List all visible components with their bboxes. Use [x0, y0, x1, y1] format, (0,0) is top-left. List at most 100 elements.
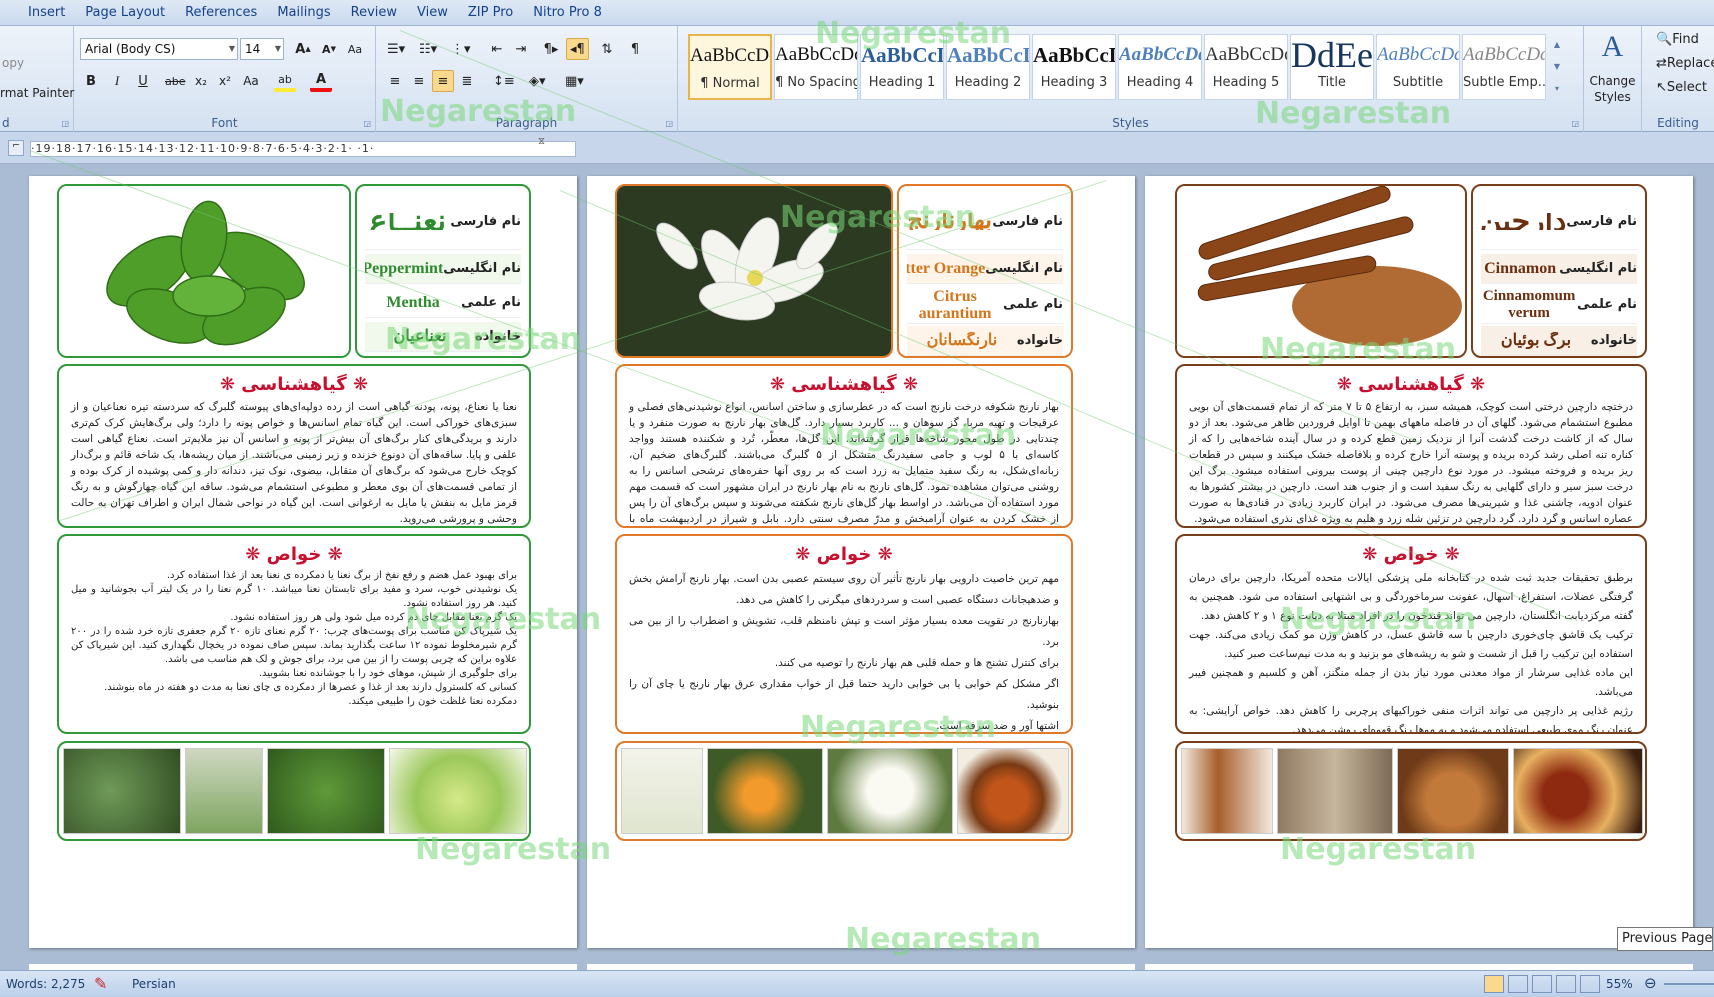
borders-icon[interactable]: ▦▾ — [562, 70, 587, 92]
cinnamon-botany-text: درختچه دارچین درختی است کوچک، همیشه سبز،… — [1189, 401, 1633, 525]
zoom-level[interactable]: 55% — [1606, 977, 1633, 991]
copy-button[interactable]: opy — [2, 56, 24, 70]
replace-icon: ⇄ — [1656, 56, 1667, 71]
full-screen-reading-icon[interactable] — [1508, 975, 1528, 993]
increase-indent-icon[interactable]: ⇥ — [510, 38, 532, 60]
style-heading-5[interactable]: AaBbCcDdEeHeading 5 — [1204, 34, 1288, 100]
outline-icon[interactable] — [1556, 975, 1576, 993]
style-normal[interactable]: AaBbCcDdEe¶ Normal — [688, 34, 772, 100]
word-count[interactable]: Words: 2,275 — [6, 977, 85, 991]
style-heading-2[interactable]: AaBbCcDdEeHeading 2 — [946, 34, 1030, 100]
list-item: مهم ترین خاصیت دارویی بهار نارنج تأثیر آ… — [629, 573, 1059, 606]
find-button[interactable]: 🔍Find — [1656, 32, 1699, 47]
scientific-name-row: نام علمی Citrus aurantium — [907, 286, 1063, 324]
numbering-icon[interactable]: ☷▾ — [416, 38, 440, 60]
styles-scroll-icon[interactable]: ▲ ▼ ▾ — [1550, 34, 1564, 100]
page-mint: نام فارسی نعنــاع نام انگلیسی Peppermint ن… — [29, 176, 577, 948]
list-item: دمکرده نعنا غلظت خون را طبیعی میکند. — [348, 696, 517, 707]
cinnamon-sticks-photo — [1181, 748, 1273, 834]
clear-formatting-button[interactable]: Aa — [344, 38, 366, 60]
grow-font-button[interactable]: A ▲ — [292, 38, 314, 60]
orange-botany-box: ❋ گیاهشناسی ❋ بهار نارنج شکوفه درخت نارن… — [615, 364, 1073, 528]
format-painter-button[interactable]: rmat Painter — [0, 86, 74, 100]
dialog-launcher-icon[interactable]: ◲ — [665, 119, 673, 128]
orange-photo-box — [615, 184, 893, 358]
dialog-launcher-icon[interactable]: ◲ — [363, 119, 371, 128]
tab-selector-icon[interactable]: ⌐ — [8, 140, 24, 156]
sort-icon[interactable]: ⇅ — [596, 38, 618, 60]
ruler-scale: ·19·18·17·16·15·14·13·12·11·10·9·8·7·6·5… — [30, 141, 576, 157]
list-item: بهارنارنج در تقویت معده بسیار مؤثر است و… — [629, 615, 1059, 648]
strikethrough-button[interactable]: abe — [162, 70, 189, 92]
style-no-spacing[interactable]: AaBbCcDdEe¶ No Spacing — [774, 34, 858, 100]
list-item: اگر مشکل کم خوابی یا بی خوابی دارید حتما… — [629, 678, 1059, 711]
style-subtle-emphasis[interactable]: AaBbCcDdEeSubtle Emp... — [1462, 34, 1546, 100]
justify-icon[interactable]: ≣ — [456, 70, 478, 92]
clipboard-group-label: d — [2, 116, 10, 130]
superscript-button[interactable]: x² — [214, 70, 236, 92]
document-workspace[interactable]: نام فارسی نعنــاع نام انگلیسی Peppermint ن… — [0, 164, 1714, 970]
multilevel-list-icon[interactable]: ⋮▾ — [448, 38, 474, 60]
ltr-icon[interactable]: ¶▸ — [540, 38, 562, 60]
style-heading-3[interactable]: AaBbCcDdEeHeading 3 — [1032, 34, 1116, 100]
tab-mailings[interactable]: Mailings — [267, 0, 340, 26]
change-styles-icon[interactable]: A — [1584, 30, 1641, 64]
tab-zip-pro[interactable]: ZIP Pro — [458, 0, 523, 26]
change-case-button[interactable]: Aa — [240, 70, 262, 92]
tab-view[interactable]: View — [407, 0, 458, 26]
decrease-indent-icon[interactable]: ⇤ — [486, 38, 508, 60]
web-layout-icon[interactable] — [1532, 975, 1552, 993]
zoom-slider[interactable] — [1664, 983, 1714, 985]
highlight-button[interactable]: ab — [274, 70, 296, 92]
font-size-input[interactable]: 14 ▼ — [240, 38, 284, 60]
line-spacing-icon[interactable]: ↕≡ — [490, 70, 518, 92]
italic-button[interactable]: I — [106, 70, 128, 92]
shrink-font-button[interactable]: A ▼ — [318, 38, 340, 60]
mint-gallery-box — [57, 741, 531, 841]
rtl-icon[interactable]: ◂¶ — [566, 38, 589, 60]
replace-button[interactable]: ⇄Replace — [1656, 56, 1714, 71]
draft-icon[interactable] — [1580, 975, 1600, 993]
list-item: برای بهبود عمل هضم و رفع نفخ از برگ نعنا… — [166, 570, 517, 581]
tab-nitro-pro[interactable]: Nitro Pro 8 — [523, 0, 612, 26]
style-heading-4[interactable]: AaBbCcDdEeHeading 4 — [1118, 34, 1202, 100]
shading-icon[interactable]: ◈▾ — [526, 70, 549, 92]
tab-page-layout[interactable]: Page Layout — [75, 0, 175, 26]
zoom-out-icon[interactable]: ⊖ — [1644, 974, 1657, 992]
indent-marker-icon[interactable]: ⧖ — [538, 136, 545, 147]
bullets-icon[interactable]: ☰▾ — [384, 38, 408, 60]
show-hide-icon[interactable]: ¶ — [624, 38, 646, 60]
family-label: خانواده — [1590, 333, 1637, 348]
font-name-input[interactable]: Arial (Body CS) ▼ — [80, 38, 238, 60]
style-title[interactable]: AaBbCcDdEeTitle — [1290, 34, 1374, 100]
font-color-button[interactable]: A — [310, 70, 332, 92]
mint-english-name: Peppermint — [365, 260, 444, 277]
select-button[interactable]: ↖Select — [1656, 80, 1707, 95]
print-layout-icon[interactable] — [1484, 975, 1504, 993]
cinnamon-bark-photo — [1277, 748, 1393, 834]
ribbon: opy rmat Painter d ◲ Arial (Body CS) ▼ 14… — [0, 26, 1714, 132]
mint-family: نعناعیان — [393, 328, 447, 345]
align-center-icon[interactable]: ≡ — [408, 70, 430, 92]
list-item: اشتها آور و ضد سرفه است. — [936, 720, 1059, 732]
horizontal-ruler: ⌐ ·19·18·17·16·15·14·13·12·11·10·9·8·7·6… — [0, 132, 1714, 164]
tab-insert[interactable]: Insert — [18, 0, 75, 26]
bold-button[interactable]: B — [80, 70, 102, 92]
dialog-launcher-icon[interactable]: ◲ — [61, 119, 69, 128]
underline-button[interactable]: U — [132, 70, 154, 92]
tab-review[interactable]: Review — [341, 0, 407, 26]
paragraph-group-label: Paragraph — [495, 116, 558, 130]
language-indicator[interactable]: Persian — [132, 977, 176, 991]
botany-heading: ❋ گیاهشناسی ❋ — [1336, 374, 1486, 395]
style-heading-1[interactable]: AaBbCcDdEeHeading 1 — [860, 34, 944, 100]
subscript-button[interactable]: x₂ — [190, 70, 212, 92]
change-styles-button-line2[interactable]: Styles — [1584, 90, 1641, 104]
change-styles-button[interactable]: Change — [1584, 74, 1641, 88]
align-right-icon[interactable]: ≡ — [432, 70, 454, 92]
align-left-icon[interactable]: ≡ — [384, 70, 406, 92]
dialog-launcher-icon[interactable]: ◲ — [1571, 119, 1579, 128]
proofing-icon[interactable]: ✎ — [94, 974, 107, 993]
paragraph-group: ☰▾ ☷▾ ⋮▾ ⇤ ⇥ ¶▸ ◂¶ ⇅ ¶ ≡ ≡ ≡ ≣ ↕≡ ◈▾ ▦▾ … — [376, 26, 678, 132]
tab-references[interactable]: References — [175, 0, 267, 26]
style-subtitle[interactable]: AaBbCcDdEeSubtitle — [1376, 34, 1460, 100]
